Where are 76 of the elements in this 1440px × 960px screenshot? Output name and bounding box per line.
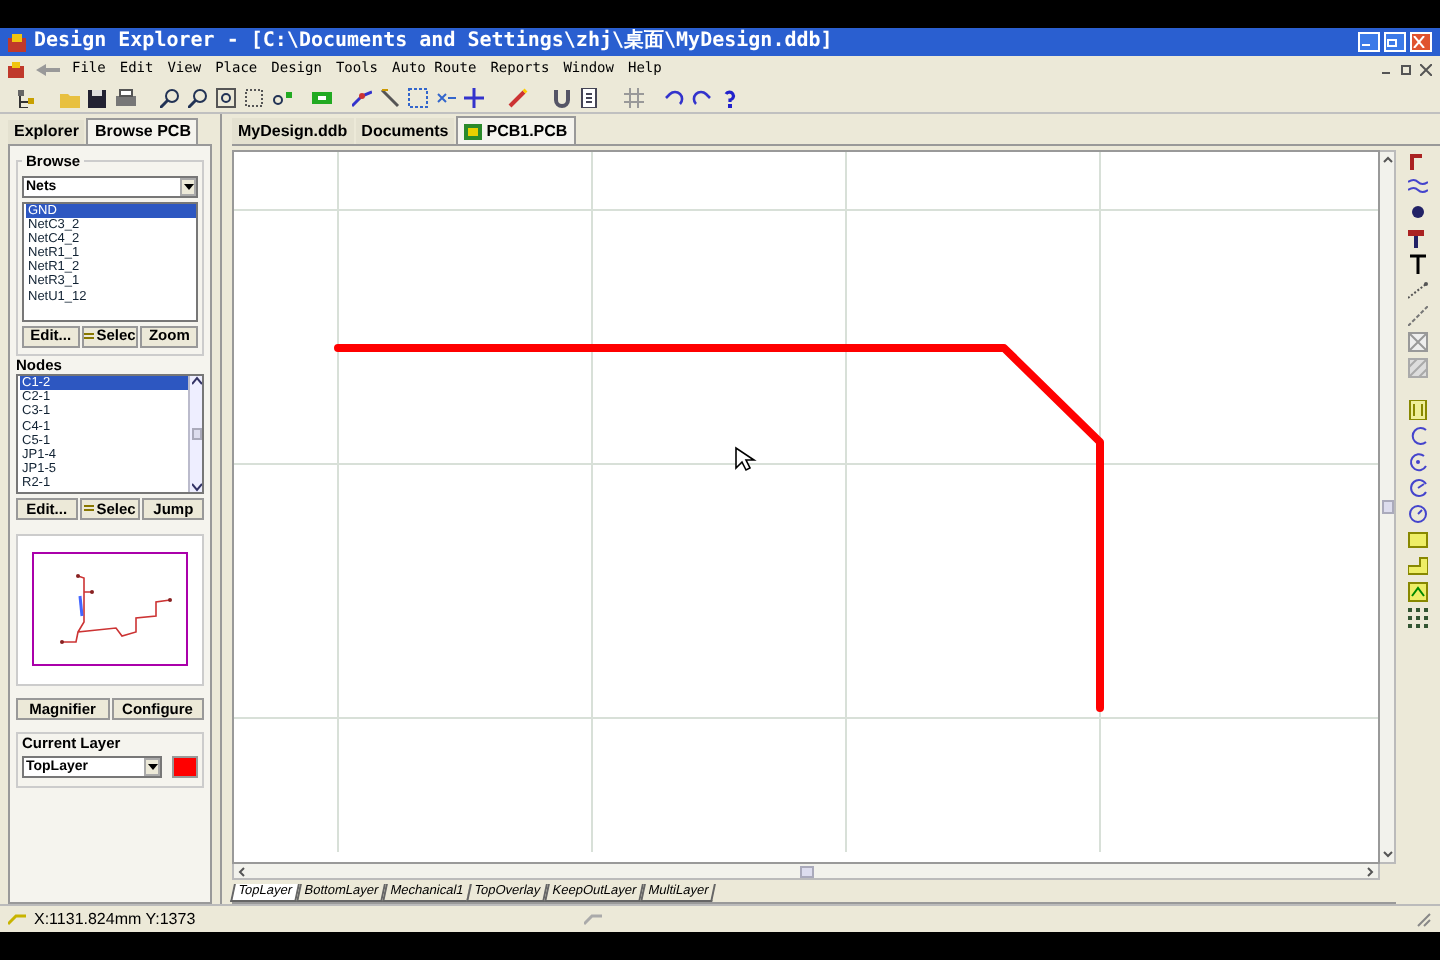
magnet-icon[interactable]: [552, 87, 572, 107]
vertical-scrollbar[interactable]: [1380, 150, 1396, 864]
dimension-icon[interactable]: [1408, 280, 1428, 300]
zoom-area-icon[interactable]: [216, 87, 236, 107]
coordinates-readout: X:1131.824mm Y:1373: [34, 907, 196, 931]
printer-icon[interactable]: [116, 87, 136, 107]
zoom-out-icon[interactable]: [188, 87, 208, 107]
vertical-scrollbar[interactable]: [188, 376, 202, 492]
wave-lines-icon[interactable]: [1408, 176, 1428, 196]
arc-icon[interactable]: [1408, 478, 1428, 498]
board-icon: [464, 123, 483, 139]
restore-icon: [1386, 36, 1400, 48]
panel-tab[interactable]: Explorer: [8, 120, 85, 144]
select-icon: [84, 331, 95, 341]
dropdown-arrow-icon: [147, 763, 157, 769]
step-icon[interactable]: [1408, 556, 1428, 576]
scroll-up-icon[interactable]: [191, 376, 201, 386]
restore-button[interactable]: [1384, 32, 1406, 52]
horizontal-scrollbar[interactable]: [232, 864, 1380, 880]
diagonal-line-icon[interactable]: [1408, 306, 1428, 326]
scroll-right-icon[interactable]: [1364, 865, 1376, 877]
zoom-select-icon[interactable]: [272, 87, 292, 107]
zoom-fit-icon[interactable]: [244, 87, 264, 107]
minimize-button[interactable]: [1358, 32, 1380, 52]
board-preview-drawing[interactable]: [32, 552, 188, 668]
polygon-icon[interactable]: [1408, 582, 1428, 602]
fill-icon[interactable]: [1408, 530, 1428, 550]
scroll-down-icon[interactable]: [191, 482, 201, 492]
route-icon[interactable]: [352, 87, 372, 107]
pencil-icon[interactable]: [508, 87, 528, 107]
tree-icon[interactable]: [16, 87, 36, 107]
trace-line[interactable]: [334, 344, 1104, 712]
close-button[interactable]: [1410, 32, 1432, 52]
redo-icon[interactable]: [692, 87, 712, 107]
scroll-thumb[interactable]: [191, 428, 201, 440]
save-icon[interactable]: [88, 87, 108, 107]
board-icon[interactable]: [312, 87, 332, 107]
arc-icon[interactable]: [1408, 426, 1428, 446]
help-icon[interactable]: [720, 87, 740, 107]
corner-line-icon[interactable]: [1408, 150, 1428, 170]
close-icon[interactable]: [1420, 63, 1432, 75]
app-icon: [8, 33, 26, 51]
dot-icon[interactable]: [1408, 202, 1428, 222]
cursor-icon: [735, 446, 757, 472]
restore-icon[interactable]: [1400, 63, 1412, 75]
document-tab[interactable]: MyDesign.ddb: [232, 118, 354, 144]
arrow-icon: [36, 63, 60, 75]
close-icon: [1412, 36, 1426, 48]
array-icon[interactable]: [1408, 608, 1428, 628]
pin-icon[interactable]: [1408, 228, 1428, 248]
scroll-up-icon[interactable]: [1381, 154, 1393, 166]
scroll-left-icon[interactable]: [236, 865, 248, 877]
selection-icon[interactable]: [408, 87, 428, 107]
app-icon: [8, 61, 24, 77]
panel-tab[interactable]: Browse PCB: [86, 118, 199, 144]
document-tab[interactable]: Documents: [355, 118, 455, 144]
track-icon: [583, 913, 602, 925]
scroll-down-icon[interactable]: [1381, 848, 1393, 860]
scroll-thumb[interactable]: [1381, 500, 1393, 514]
dropdown-arrow-icon: [183, 183, 193, 189]
component-icon[interactable]: [1408, 400, 1428, 420]
crosshair-icon[interactable]: [464, 87, 484, 107]
undo-icon[interactable]: [664, 87, 684, 107]
line-icon[interactable]: [380, 87, 400, 107]
scroll-thumb[interactable]: [799, 865, 813, 877]
select-icon: [84, 504, 95, 514]
layer-color-swatch[interactable]: [172, 755, 198, 777]
document-tab[interactable]: PCB1.PCB: [456, 116, 576, 144]
arc-icon[interactable]: [1408, 452, 1428, 472]
text-icon[interactable]: [1408, 254, 1428, 274]
track-icon: [8, 913, 26, 925]
document-icon[interactable]: [580, 87, 600, 107]
zoom-in-icon[interactable]: [160, 87, 180, 107]
window-title: Design Explorer - [C:\Documents and Settings\zhj\桌面\MyDesign.ddb]: [34, 32, 833, 52]
resize-grip-icon: [1416, 911, 1432, 927]
circle-icon[interactable]: [1408, 504, 1428, 524]
